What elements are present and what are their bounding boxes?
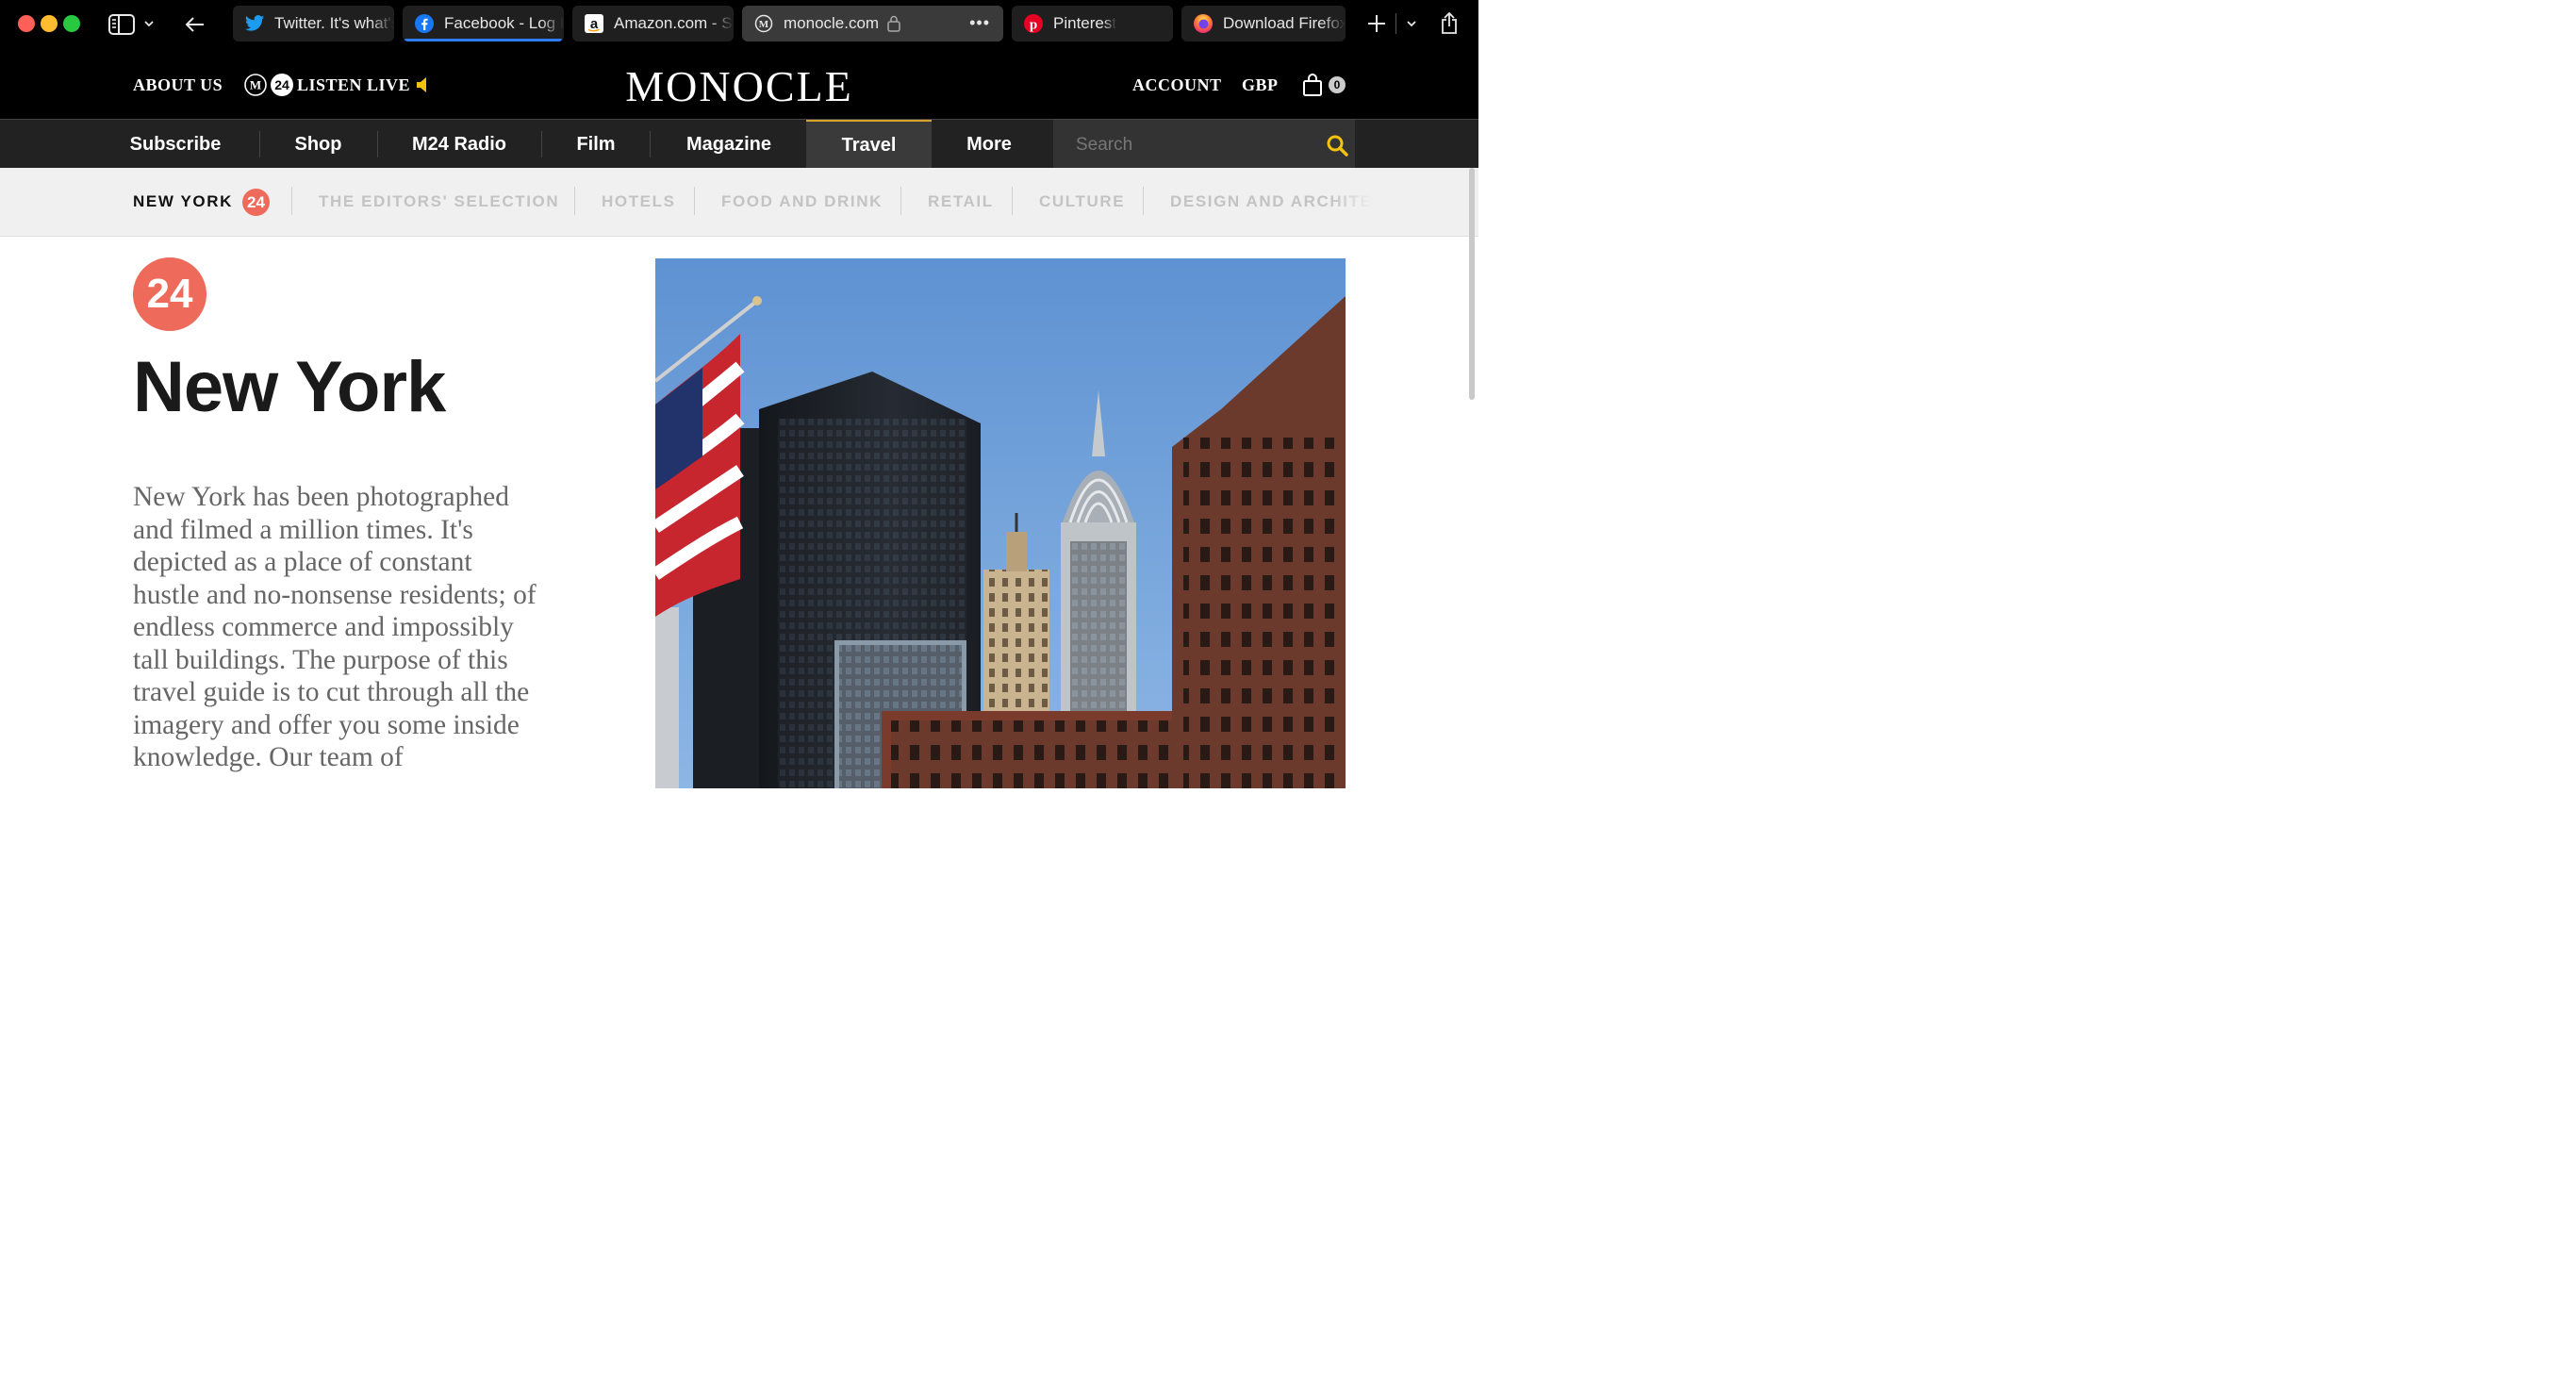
toolbar-divider bbox=[1395, 13, 1396, 34]
subnav-new-york[interactable]: NEW YORK bbox=[133, 192, 233, 211]
nav-divider bbox=[650, 131, 651, 157]
subnav-divider bbox=[1012, 187, 1013, 215]
tab-title: Download Firefox bbox=[1223, 14, 1346, 32]
main-navigation: Subscribe Shop M24 Radio Film Magazine T… bbox=[0, 119, 1478, 169]
search-input[interactable] bbox=[1074, 131, 1304, 159]
site-header: ABOUT US M 24 LISTEN LIVE MONOCLE ACCOUN… bbox=[0, 49, 1478, 119]
nav-magazine[interactable]: Magazine bbox=[660, 120, 798, 169]
subnav-retail[interactable]: RETAIL bbox=[928, 192, 994, 211]
shopping-bag-icon bbox=[1302, 73, 1323, 97]
twitter-icon bbox=[244, 13, 265, 34]
lock-icon bbox=[886, 14, 901, 33]
new-york-skyline-photo bbox=[655, 258, 1346, 788]
tab-title: Amazon.com - Spend less bbox=[614, 14, 734, 32]
cart-button[interactable]: 0 bbox=[1302, 73, 1346, 97]
tab-firefox[interactable]: Download Firefox bbox=[1181, 6, 1346, 41]
share-icon[interactable] bbox=[1438, 11, 1461, 41]
nav-divider bbox=[541, 131, 542, 157]
subnav-design-and-architecture[interactable]: DESIGN AND ARCHITECTURE bbox=[1170, 192, 1435, 211]
page-title: New York bbox=[133, 347, 446, 427]
account-link[interactable]: ACCOUNT bbox=[1132, 75, 1222, 95]
subnav-24-badge: 24 bbox=[242, 189, 270, 216]
subnav-editors-selection[interactable]: THE EDITORS' SELECTION bbox=[319, 192, 559, 211]
nav-shop[interactable]: Shop bbox=[269, 120, 368, 169]
tab-pinterest[interactable]: p Pinterest bbox=[1012, 6, 1173, 41]
pinterest-icon: p bbox=[1023, 13, 1044, 34]
tab-title: monocle.com bbox=[784, 14, 880, 32]
nav-travel[interactable]: Travel bbox=[806, 120, 932, 169]
tab-twitter[interactable]: Twitter. It's what's happening bbox=[233, 6, 394, 41]
nav-m24-radio[interactable]: M24 Radio bbox=[390, 120, 528, 169]
back-arrow-icon[interactable] bbox=[183, 12, 207, 41]
minimize-window-button[interactable] bbox=[41, 15, 58, 32]
monocle-icon: M bbox=[753, 13, 774, 34]
city-guide-subnav: NEW YORK 24 THE EDITORS' SELECTION HOTEL… bbox=[0, 168, 1478, 237]
subnav-food-and-drink[interactable]: FOOD AND DRINK bbox=[721, 192, 883, 211]
sidebar-toggle-icon[interactable] bbox=[107, 12, 136, 41]
facebook-icon bbox=[414, 13, 435, 34]
svg-text:p: p bbox=[1030, 18, 1037, 33]
currency-selector[interactable]: GBP bbox=[1242, 75, 1279, 95]
subnav-divider bbox=[900, 187, 901, 215]
nav-divider bbox=[377, 131, 378, 157]
zoom-window-button[interactable] bbox=[63, 15, 80, 32]
subnav-divider bbox=[574, 187, 575, 215]
page-scrollbar[interactable] bbox=[1469, 168, 1475, 400]
nav-subscribe[interactable]: Subscribe bbox=[111, 120, 239, 169]
tab-title: Twitter. It's what's happening bbox=[274, 14, 394, 32]
tab-monocle[interactable]: M monocle.com ••• bbox=[742, 6, 1003, 41]
browser-tab-bar: Twitter. It's what's happening Facebook … bbox=[0, 0, 1478, 49]
tab-title: Facebook - Log In or Sign Up bbox=[444, 14, 564, 32]
close-window-button[interactable] bbox=[18, 15, 35, 32]
tab-facebook[interactable]: Facebook - Log In or Sign Up bbox=[403, 6, 564, 41]
search-icon[interactable] bbox=[1326, 134, 1348, 157]
chevron-down-icon[interactable] bbox=[141, 16, 157, 36]
subnav-hotels[interactable]: HOTELS bbox=[602, 192, 676, 211]
search-box bbox=[1053, 120, 1355, 169]
svg-text:M: M bbox=[759, 19, 769, 30]
more-options-icon[interactable]: ••• bbox=[969, 13, 990, 33]
subnav-divider bbox=[291, 187, 292, 215]
cart-count-badge: 0 bbox=[1329, 76, 1346, 93]
tab-amazon[interactable]: a Amazon.com - Spend less bbox=[572, 6, 734, 41]
nav-divider bbox=[259, 131, 260, 157]
subnav-divider bbox=[694, 187, 695, 215]
subnav-divider bbox=[1143, 187, 1144, 215]
firefox-icon bbox=[1193, 13, 1214, 34]
tab-list-chevron-icon[interactable] bbox=[1404, 16, 1419, 36]
nav-more[interactable]: More bbox=[945, 120, 1033, 169]
amazon-icon: a bbox=[584, 13, 604, 34]
tab-title: Pinterest bbox=[1053, 14, 1117, 32]
subnav-culture[interactable]: CULTURE bbox=[1039, 192, 1125, 211]
new-tab-plus-icon[interactable] bbox=[1365, 12, 1388, 40]
nav-film[interactable]: Film bbox=[554, 120, 637, 169]
guide-24-badge: 24 bbox=[133, 257, 206, 331]
intro-paragraph: New York has been photographed and filme… bbox=[133, 482, 537, 772]
